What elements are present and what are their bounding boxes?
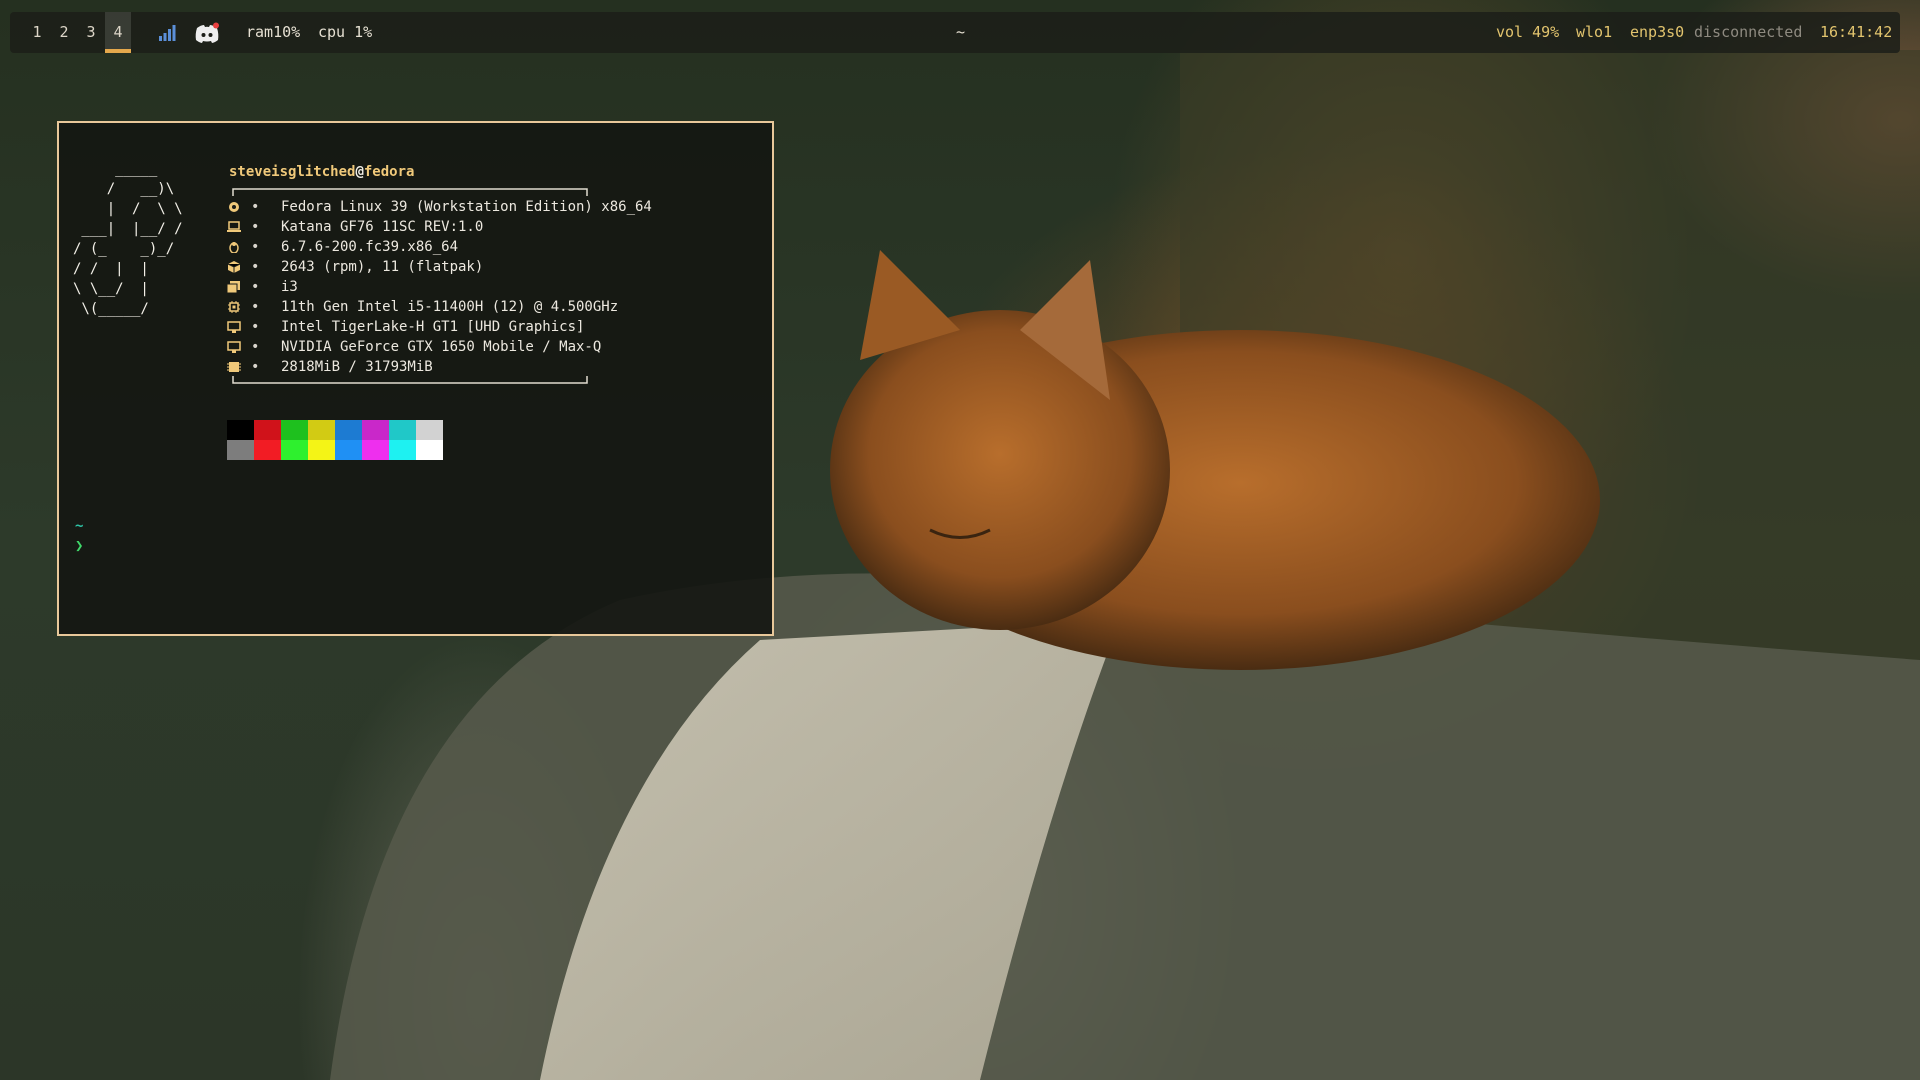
memory-icon bbox=[227, 362, 241, 372]
os-icon bbox=[229, 202, 239, 212]
color-palette bbox=[227, 420, 443, 460]
wifi-interface: wlo1 bbox=[1576, 23, 1613, 41]
cpu-value: 11th Gen Intel i5-11400H (12) @ 4.500GHz bbox=[281, 299, 619, 315]
packages-value: 2643 (rpm), 11 (flatpak) bbox=[281, 259, 484, 275]
ethernet-status: disconnected bbox=[1694, 23, 1803, 41]
ethernet-interface: enp3s0 bbox=[1630, 23, 1685, 41]
wm-value: i3 bbox=[281, 279, 298, 295]
palette-swatch bbox=[308, 440, 335, 460]
fedora-ascii-logo: _____ / __)\ | / \ \ ___| |__/ / / (_ _)… bbox=[73, 161, 183, 317]
palette-swatch bbox=[227, 440, 254, 460]
laptop-icon bbox=[227, 221, 241, 232]
package-icon bbox=[227, 261, 241, 273]
palette-swatch bbox=[389, 440, 416, 460]
palette-swatch bbox=[362, 440, 389, 460]
username: steveisglitched bbox=[229, 164, 356, 180]
palette-swatch bbox=[362, 420, 389, 440]
workspace-3-button[interactable]: 3 bbox=[78, 12, 104, 53]
workspace-2-button[interactable]: 2 bbox=[51, 12, 77, 53]
status-bar: 1 2 3 4 ram10% cpu 1% ~ vol 49% wlo1 enp… bbox=[10, 12, 1900, 53]
host-value: Katana GF76 11SC REV:1.0 bbox=[281, 219, 484, 235]
clock: 16:41:42 bbox=[1820, 23, 1893, 41]
signal-bars-icon[interactable] bbox=[158, 25, 176, 41]
memory-value: 2818MiB / 31793MiB bbox=[281, 359, 433, 375]
at-sign: @ bbox=[355, 164, 364, 180]
palette-swatch bbox=[254, 420, 281, 440]
palette-swatch bbox=[254, 440, 281, 460]
palette-swatch bbox=[281, 420, 308, 440]
window-title: ~ bbox=[956, 23, 966, 41]
palette-swatch bbox=[416, 440, 443, 460]
ram-usage: ram10% bbox=[246, 23, 301, 41]
palette-swatch bbox=[335, 440, 362, 460]
palette-swatch bbox=[389, 420, 416, 440]
palette-swatch bbox=[335, 420, 362, 440]
discord-icon[interactable] bbox=[194, 22, 220, 44]
cpu-usage: cpu 1% bbox=[318, 23, 373, 41]
cpu-icon bbox=[228, 301, 240, 313]
gpu-icon bbox=[227, 321, 241, 333]
kernel-value: 6.7.6-200.fc39.x86_64 bbox=[281, 239, 459, 255]
volume-indicator[interactable]: vol 49% bbox=[1496, 12, 1559, 53]
os-value: Fedora Linux 39 (Workstation Edition) x8… bbox=[281, 199, 652, 215]
workspace-4-button[interactable]: 4 bbox=[105, 12, 131, 53]
window-manager-icon bbox=[227, 281, 240, 293]
prompt-directory: ~ bbox=[75, 518, 84, 534]
gpu-icon bbox=[227, 341, 241, 353]
user-host: steveisglitched@fedora bbox=[229, 162, 414, 182]
palette-swatch bbox=[308, 420, 335, 440]
gpu-2-value: NVIDIA GeForce GTX 1650 Mobile / Max-Q bbox=[281, 339, 602, 355]
palette-swatch bbox=[281, 440, 308, 460]
palette-swatch bbox=[227, 420, 254, 440]
prompt-symbol[interactable]: ❯ bbox=[75, 538, 83, 554]
workspace-1-button[interactable]: 1 bbox=[24, 12, 50, 53]
terminal-window[interactable]: _____ / __)\ | / \ \ ___| |__/ / / (_ _)… bbox=[57, 121, 774, 636]
gpu-1-value: Intel TigerLake-H GT1 [UHD Graphics] bbox=[281, 319, 585, 335]
linux-icon bbox=[229, 242, 239, 253]
hostname: fedora bbox=[363, 164, 415, 180]
palette-swatch bbox=[416, 420, 443, 440]
